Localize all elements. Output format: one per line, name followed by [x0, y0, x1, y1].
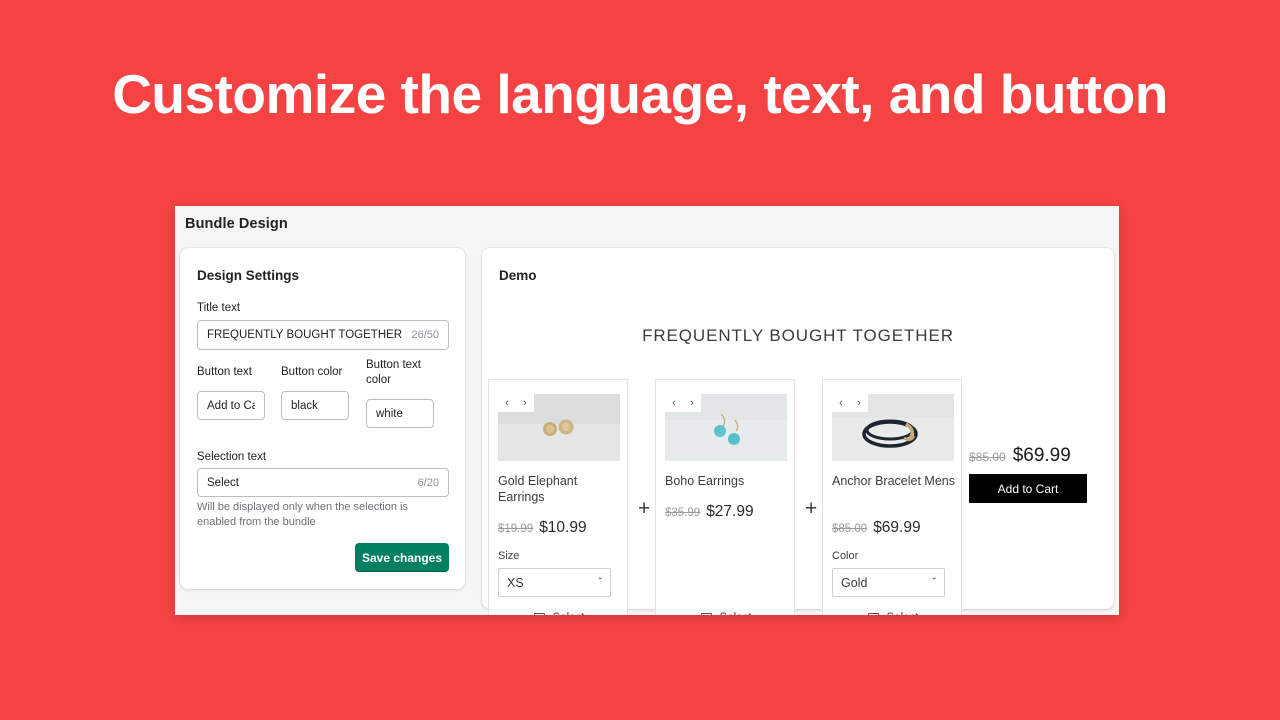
button-text-color-input[interactable]: white	[366, 399, 434, 428]
product-select-row[interactable]: Select	[656, 612, 796, 615]
select-checkbox[interactable]	[533, 612, 545, 615]
button-text-label: Button text	[197, 366, 252, 378]
title-text-value: FREQUENTLY BOUGHT TOGETHER	[207, 329, 403, 341]
selection-text-counter: 6/20	[417, 476, 439, 489]
page-title: Bundle Design	[185, 216, 288, 232]
product-price-row: $19.99 $10.99	[498, 519, 587, 537]
carousel-prev-icon[interactable]: ‹	[505, 397, 509, 409]
product-price-row: $35.99 $27.99	[665, 503, 754, 521]
carousel-prev-icon[interactable]: ‹	[839, 397, 843, 409]
product-old-price: $35.99	[665, 507, 701, 519]
button-text-color-value: white	[376, 407, 403, 420]
product-card: ‹ › Boho Earrings $35.99 $27.99 Select	[655, 379, 795, 615]
product-option-select[interactable]: XS ˇ	[498, 568, 611, 597]
page-headline: Customize the language, text, and button	[112, 63, 1168, 125]
chevron-down-icon: ˇ	[932, 577, 936, 588]
product-name: Anchor Bracelet Mens	[832, 474, 955, 488]
product-new-price: $27.99	[706, 503, 754, 520]
image-carousel-controls[interactable]: ‹ ›	[665, 394, 701, 412]
select-checkbox[interactable]	[700, 612, 712, 615]
selection-text-value: Select	[207, 476, 239, 489]
button-text-value: Add to Ca	[207, 399, 255, 412]
product-option-value: XS	[507, 575, 524, 590]
add-to-cart-button[interactable]: Add to Cart	[969, 474, 1087, 503]
title-text-label: Title text	[197, 302, 241, 314]
demo-heading: Demo	[499, 268, 537, 283]
product-card: ‹ › Anchor Bracelet Mens $85.00 $69.99 C…	[822, 379, 962, 615]
product-option-select[interactable]: Gold ˇ	[832, 568, 945, 597]
button-text-color-label: Button text color	[366, 359, 421, 386]
design-settings-heading: Design Settings	[197, 268, 300, 283]
selection-text-label: Selection text	[197, 451, 267, 463]
select-label: Select	[553, 612, 585, 615]
image-carousel-controls[interactable]: ‹ ›	[832, 394, 868, 412]
bundle-total-old-price: $85.00	[969, 450, 1006, 464]
selection-text-help: Will be displayed only when the selectio…	[197, 501, 408, 528]
plus-separator-icon: +	[805, 497, 818, 520]
bundle-total-row: $85.00 $69.99	[969, 445, 1071, 467]
bundle-total-new-price: $69.99	[1012, 445, 1071, 466]
bundle-widget-title: FREQUENTLY BOUGHT TOGETHER	[642, 326, 954, 345]
product-name: Gold Elephant Earrings	[498, 474, 578, 504]
title-text-input[interactable]: FREQUENTLY BOUGHT TOGETHER 26/50	[197, 320, 449, 350]
product-option-label: Color	[832, 550, 859, 562]
button-color-input[interactable]: black	[281, 391, 349, 420]
product-old-price: $19.99	[498, 523, 534, 535]
select-label: Select	[887, 612, 919, 615]
product-new-price: $69.99	[873, 519, 921, 536]
product-name: Boho Earrings	[665, 474, 745, 488]
title-text-counter: 26/50	[411, 329, 439, 341]
carousel-next-icon[interactable]: ›	[690, 397, 694, 409]
demo-panel: Demo FREQUENTLY BOUGHT TOGETHER ‹ › Gold…	[482, 248, 1114, 615]
carousel-next-icon[interactable]: ›	[523, 397, 527, 409]
carousel-prev-icon[interactable]: ‹	[672, 397, 676, 409]
product-select-row[interactable]: Select	[489, 612, 629, 615]
carousel-next-icon[interactable]: ›	[857, 397, 861, 409]
product-card: ‹ › Gold Elephant Earrings $19.99 $10.99…	[488, 379, 628, 615]
select-checkbox[interactable]	[867, 612, 879, 615]
product-old-price: $85.00	[832, 523, 868, 535]
app-window: Bundle Design Design Settings Title text…	[175, 206, 1119, 615]
product-new-price: $10.99	[539, 519, 587, 536]
product-option-value: Gold	[841, 575, 868, 590]
save-changes-button[interactable]: Save changes	[355, 543, 449, 572]
button-color-value: black	[291, 399, 318, 412]
product-option-label: Size	[498, 550, 520, 562]
product-price-row: $85.00 $69.99	[832, 519, 921, 537]
design-settings-panel: Design Settings Title text FREQUENTLY BO…	[180, 248, 465, 589]
selection-text-input[interactable]: Select 6/20	[197, 468, 449, 497]
button-text-input[interactable]: Add to Ca	[197, 391, 265, 420]
plus-separator-icon: +	[638, 497, 651, 520]
chevron-down-icon: ˇ	[598, 577, 602, 588]
select-label: Select	[720, 612, 752, 615]
button-color-label: Button color	[281, 366, 343, 378]
product-select-row[interactable]: Select	[823, 612, 963, 615]
image-carousel-controls[interactable]: ‹ ›	[498, 394, 534, 412]
